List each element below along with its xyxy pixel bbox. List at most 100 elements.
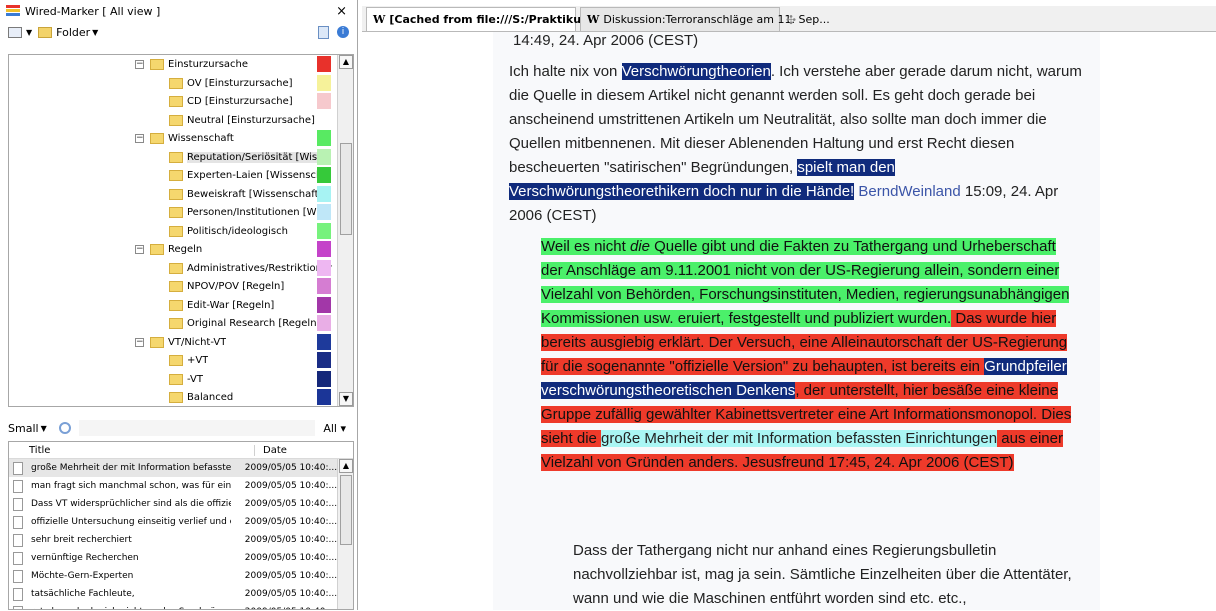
tree-item[interactable]: Reputation/Seriösität [Wisse bbox=[169, 148, 329, 167]
marker-color-swatch[interactable] bbox=[317, 315, 331, 331]
filter-all-select[interactable]: All ▾ bbox=[323, 422, 346, 435]
user-link[interactable]: BerndWeinland bbox=[858, 183, 960, 200]
folder-icon bbox=[169, 77, 183, 89]
collapse-icon[interactable]: − bbox=[135, 337, 144, 347]
tab-cached[interactable]: W [Cached from file:///S:/Praktiku... ✕ bbox=[366, 7, 602, 31]
marker-color-swatch[interactable] bbox=[317, 278, 331, 294]
sidebar-title: Wired-Marker [ All view ] bbox=[25, 4, 161, 18]
column-title[interactable]: Title bbox=[23, 444, 255, 456]
marker-color-swatch[interactable] bbox=[317, 389, 331, 405]
tree-item[interactable]: − Einsturzursache bbox=[135, 55, 248, 74]
tree-item[interactable]: − Wissenschaft bbox=[135, 129, 234, 148]
help-icon[interactable]: i bbox=[337, 26, 349, 38]
list-item[interactable]: Möchte-Gern-Experten 2009/05/05 10:40:... bbox=[9, 567, 337, 585]
list-item[interactable]: große Mehrheit der mit Information befas… bbox=[9, 459, 337, 477]
marker-color-swatch[interactable] bbox=[317, 241, 331, 257]
text: die bbox=[629, 238, 650, 255]
search-icon[interactable] bbox=[58, 422, 71, 434]
marker-list: Title Date ▲ große Mehrheit der mit Info… bbox=[8, 441, 354, 610]
scroll-thumb[interactable] bbox=[340, 475, 352, 545]
tree-item-label: Reputation/Seriösität [Wisse bbox=[187, 151, 329, 163]
chevron-down-icon[interactable]: ▼ bbox=[26, 28, 32, 37]
list-toolbar: Small ▼ All ▾ bbox=[8, 418, 354, 438]
tree-item[interactable]: Personen/Institutionen [Wis: bbox=[169, 203, 328, 222]
tree-item[interactable]: Balanced bbox=[169, 388, 233, 406]
tree-item-label: NPOV/POV [Regeln] bbox=[187, 281, 285, 292]
list-item[interactable]: offizielle Untersuchung einseitig verlie… bbox=[9, 513, 337, 531]
document-icon bbox=[13, 569, 23, 583]
tree-item[interactable]: CD [Einsturzursache] bbox=[169, 92, 293, 111]
marker-color-swatch[interactable] bbox=[317, 130, 331, 146]
tree-item[interactable]: OV [Einsturzursache] bbox=[169, 74, 293, 93]
list-scrollbar[interactable]: ▲ bbox=[337, 459, 353, 609]
tree-item[interactable]: Original Research [Regeln] bbox=[169, 314, 320, 333]
tree-item[interactable]: Neutral [Einsturzursache] bbox=[169, 111, 315, 130]
marker-highlight[interactable]: Verschwörungtheorien bbox=[621, 63, 771, 80]
new-tab-icon[interactable]: ✣ bbox=[786, 13, 796, 27]
tree-item[interactable]: Experten-Laien [Wissenscha bbox=[169, 166, 328, 185]
text: Ich halte nix von bbox=[509, 63, 622, 80]
tree-item[interactable]: Beweiskraft [Wissenschaft] bbox=[169, 185, 322, 204]
marker-color-swatch[interactable] bbox=[317, 259, 331, 276]
tree-item[interactable]: Politisch/ideologisch bbox=[169, 222, 288, 241]
text: Weil es nicht bbox=[541, 238, 630, 255]
tree-item[interactable]: − VT/Nicht-VT bbox=[135, 333, 226, 352]
tree-item-label: Neutral [Einsturzursache] bbox=[187, 114, 315, 126]
scroll-down-icon[interactable]: ▼ bbox=[339, 392, 353, 406]
list-item[interactable]: sehr breit recherchiert 2009/05/05 10:40:… bbox=[9, 531, 337, 549]
list-item[interactable]: Dass VT widersprüchlicher sind als die o… bbox=[9, 495, 337, 513]
folder-icon bbox=[169, 373, 183, 385]
tree-item[interactable]: Administratives/Restriktioner bbox=[169, 259, 332, 278]
collapse-icon[interactable]: − bbox=[135, 245, 144, 254]
marker-highlight[interactable]: große Mehrheit der mit Information befas… bbox=[601, 430, 998, 447]
chevron-down-icon[interactable]: ▼ bbox=[41, 424, 47, 433]
column-date[interactable]: Date bbox=[255, 445, 353, 456]
chevron-down-icon[interactable]: ▼ bbox=[92, 28, 98, 37]
tree-item[interactable]: Edit-War [Regeln] bbox=[169, 296, 274, 315]
marker-color-swatch[interactable] bbox=[317, 370, 331, 387]
document-icon bbox=[13, 587, 23, 601]
marker-color-swatch[interactable] bbox=[317, 204, 331, 220]
tree-scrollbar[interactable]: ▲ ▼ bbox=[337, 55, 353, 406]
document-icon bbox=[13, 551, 23, 565]
browser-tabbar: W [Cached from file:///S:/Praktiku... ✕ … bbox=[362, 6, 1216, 32]
scroll-up-icon[interactable]: ▲ bbox=[339, 459, 353, 473]
tree-item[interactable]: NPOV/POV [Regeln] bbox=[169, 277, 284, 296]
list-item-date: 2009/05/05 10:40:... bbox=[244, 535, 337, 545]
view-mode-icon[interactable] bbox=[8, 26, 22, 38]
page-content: 14:49, 24. Apr 2006 (CEST) Ich halte nix… bbox=[493, 32, 1100, 610]
list-item[interactable]: tatsächliche Fachleute, 2009/05/05 10:40:… bbox=[9, 585, 337, 603]
tree-item[interactable]: -VT bbox=[169, 370, 203, 389]
folder-menu-button[interactable]: Folder bbox=[56, 26, 90, 39]
size-select[interactable]: Small bbox=[8, 422, 39, 435]
search-input[interactable] bbox=[78, 420, 316, 436]
marker-color-swatch[interactable] bbox=[317, 74, 331, 91]
marker-color-swatch[interactable] bbox=[317, 185, 331, 202]
folder-tree: ▲ ▼ − Einsturzursache OV [Einsturzursache]… bbox=[8, 54, 354, 407]
list-item[interactable]: vernünftige Recherchen 2009/05/05 10:40:.… bbox=[9, 549, 337, 567]
marker-color-swatch[interactable] bbox=[317, 167, 331, 183]
copy-icon[interactable] bbox=[318, 25, 329, 39]
list-item[interactable]: rotzdem glaube ich nicht an das Sandmänn… bbox=[9, 603, 337, 609]
marker-color-swatch[interactable] bbox=[317, 56, 331, 72]
folder-icon bbox=[169, 281, 183, 292]
sidebar-close-button[interactable]: × bbox=[336, 4, 347, 19]
folder-icon bbox=[169, 96, 183, 107]
list-item[interactable]: man fragt sich manchmal schon, was für e… bbox=[9, 477, 337, 495]
marker-color-swatch[interactable] bbox=[317, 296, 331, 313]
marker-color-swatch[interactable] bbox=[317, 333, 331, 350]
tree-item[interactable]: Relativismus bbox=[169, 407, 250, 408]
marker-color-swatch[interactable] bbox=[317, 222, 331, 239]
folder-icon bbox=[169, 262, 183, 274]
marker-color-swatch[interactable] bbox=[317, 93, 331, 109]
marker-color-swatch[interactable] bbox=[317, 352, 331, 368]
scroll-up-icon[interactable]: ▲ bbox=[339, 55, 353, 69]
marker-color-swatch[interactable] bbox=[317, 148, 331, 165]
scroll-thumb[interactable] bbox=[340, 143, 352, 235]
tree-item[interactable]: +VT bbox=[169, 351, 208, 370]
tab-diskussion[interactable]: W Diskussion:Terroranschläge am 11. Sep.… bbox=[580, 7, 830, 31]
collapse-icon[interactable]: − bbox=[135, 134, 144, 143]
collapse-icon[interactable]: − bbox=[135, 60, 144, 69]
tree-item[interactable]: − Regeln bbox=[135, 240, 202, 259]
sidebar-toolbar: ▼ Folder ▼ i bbox=[0, 22, 357, 42]
